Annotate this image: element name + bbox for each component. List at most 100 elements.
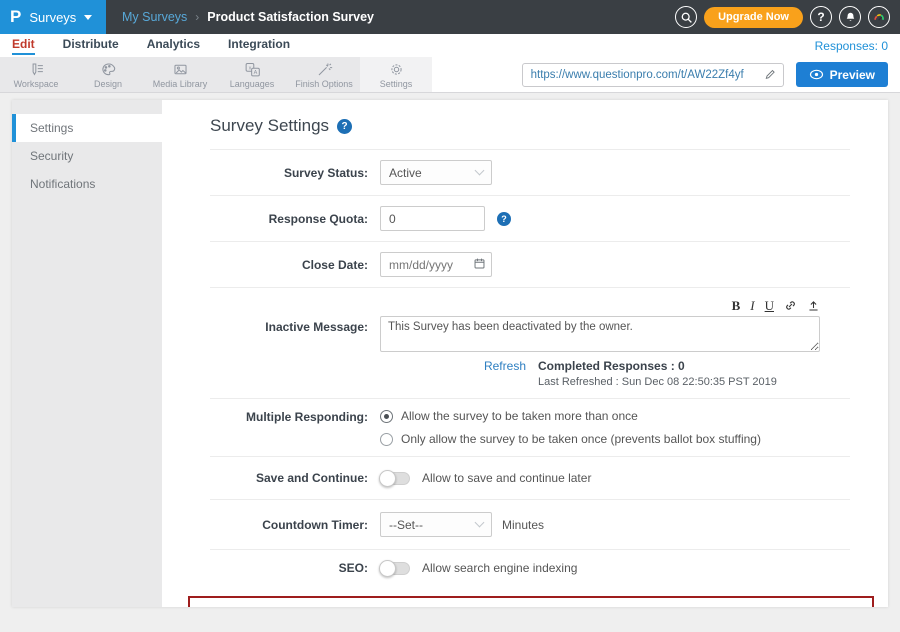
countdown-timer-row: Countdown Timer: --Set-- Minutes	[210, 500, 850, 550]
survey-url-field[interactable]	[522, 63, 784, 87]
chevron-down-icon	[475, 166, 485, 176]
countdown-timer-select[interactable]: --Set--	[380, 512, 492, 537]
radio-selected-icon[interactable]	[380, 410, 393, 423]
toolbar-item-media-library[interactable]: Media Library	[144, 57, 216, 92]
response-quota-input[interactable]	[380, 206, 485, 231]
section-tabbar: Edit Distribute Analytics Integration Re…	[0, 34, 900, 57]
response-quota-help-icon[interactable]: ?	[497, 212, 511, 226]
top-navbar: P Surveys My Surveys › Product Satisfact…	[0, 0, 900, 34]
response-quota-row: Response Quota: ?	[210, 196, 850, 242]
breadcrumb-separator: ›	[195, 10, 199, 24]
preview-label: Preview	[830, 68, 875, 82]
countdown-timer-value: --Set--	[389, 518, 423, 532]
save-continue-text: Allow to save and continue later	[422, 471, 591, 485]
toolbar-item-settings[interactable]: Settings	[360, 57, 432, 92]
tab-analytics[interactable]: Analytics	[147, 37, 200, 55]
anonymity-highlight-box: Respondent Anonymity Assurance: Enable Q…	[188, 596, 874, 607]
save-continue-toggle[interactable]	[380, 472, 410, 485]
response-quota-label: Response Quota:	[210, 212, 380, 226]
toolbar-label: Workspace	[14, 79, 59, 89]
upgrade-now-button[interactable]: Upgrade Now	[704, 7, 803, 28]
countdown-timer-suffix: Minutes	[502, 518, 544, 532]
toolbar-label: Design	[94, 79, 122, 89]
edit-pencil-icon[interactable]	[764, 68, 776, 81]
chevron-down-icon	[84, 15, 92, 20]
radio-label: Allow the survey to be taken more than o…	[401, 409, 638, 423]
survey-url-input[interactable]	[531, 69, 765, 81]
inactive-message-textarea[interactable]: This Survey has been deactivated by the …	[380, 316, 820, 352]
questionpro-logo: P	[10, 7, 21, 27]
link-icon[interactable]	[784, 299, 797, 312]
save-continue-label: Save and Continue:	[210, 471, 380, 485]
settings-sidebar: Settings Security Notifications	[12, 100, 162, 607]
bold-button[interactable]: B	[732, 299, 741, 312]
edit-toolbar: Workspace Design Media Library xA Langua…	[0, 57, 900, 93]
sidebar-item-security[interactable]: Security	[12, 142, 162, 170]
countdown-timer-label: Countdown Timer:	[210, 518, 380, 532]
toolbar-label: Media Library	[153, 79, 208, 89]
sidebar-item-settings[interactable]: Settings	[12, 114, 162, 142]
toolbar-item-design[interactable]: Design	[72, 57, 144, 92]
survey-status-row: Survey Status: Active	[210, 150, 850, 196]
toggle-knob	[379, 470, 396, 487]
workspace-icon	[28, 61, 45, 78]
close-date-label: Close Date:	[210, 258, 380, 272]
save-continue-row: Save and Continue: Allow to save and con…	[210, 457, 850, 500]
completed-responses: Completed Responses : 0	[538, 359, 777, 373]
help-button[interactable]: ?	[810, 6, 832, 28]
page-body: Settings Security Notifications Survey S…	[0, 93, 900, 607]
seo-label: SEO:	[210, 561, 380, 575]
radio-option-once-only[interactable]: Only allow the survey to be taken once (…	[380, 432, 761, 446]
brand-menu[interactable]: P Surveys	[0, 0, 106, 34]
refresh-link[interactable]: Refresh	[380, 359, 538, 388]
tab-distribute[interactable]: Distribute	[63, 37, 119, 55]
toolbar-label: Settings	[380, 79, 413, 89]
image-icon	[172, 61, 189, 78]
toolbar-item-finish-options[interactable]: Finish Options	[288, 57, 360, 92]
palette-icon	[100, 61, 117, 78]
seo-text: Allow search engine indexing	[422, 561, 577, 575]
usage-meter-button[interactable]	[868, 6, 890, 28]
search-icon	[680, 11, 693, 24]
responses-count[interactable]: Responses: 0	[815, 39, 888, 53]
toolbar-label: Languages	[230, 79, 275, 89]
tab-edit[interactable]: Edit	[12, 37, 35, 55]
chevron-down-icon	[475, 518, 485, 528]
close-date-row: Close Date:	[210, 242, 850, 288]
format-toolbar: B I U	[380, 298, 820, 313]
radio-label: Only allow the survey to be taken once (…	[401, 432, 761, 446]
sidebar-item-notifications[interactable]: Notifications	[12, 170, 162, 198]
italic-button[interactable]: I	[750, 299, 754, 312]
translate-icon: xA	[244, 61, 261, 78]
survey-settings-help-icon[interactable]: ?	[337, 119, 352, 134]
upload-icon[interactable]	[807, 299, 820, 312]
search-button[interactable]	[675, 6, 697, 28]
radio-option-multiple-allowed[interactable]: Allow the survey to be taken more than o…	[380, 409, 638, 423]
tab-integration[interactable]: Integration	[228, 37, 290, 55]
settings-main: Survey Settings ? Survey Status: Active …	[162, 100, 888, 607]
preview-button[interactable]: Preview	[796, 62, 888, 87]
toggle-knob	[379, 560, 396, 577]
survey-title: Product Satisfaction Survey	[207, 10, 374, 24]
inactive-message-row: Inactive Message: B I U This Survey has …	[210, 288, 850, 399]
toolbar-item-languages[interactable]: xA Languages	[216, 57, 288, 92]
page-title: Survey Settings	[210, 116, 329, 136]
seo-toggle[interactable]	[380, 562, 410, 575]
last-refreshed: Last Refreshed : Sun Dec 08 22:50:35 PST…	[538, 376, 777, 388]
gear-icon	[388, 61, 405, 78]
notifications-button[interactable]	[839, 6, 861, 28]
calendar-icon[interactable]	[473, 257, 486, 270]
survey-status-select[interactable]: Active	[380, 160, 492, 185]
seo-row: SEO: Allow search engine indexing	[210, 550, 850, 586]
underline-button[interactable]: U	[765, 299, 774, 312]
toolbar-label: Finish Options	[295, 79, 353, 89]
survey-status-label: Survey Status:	[210, 166, 380, 180]
toolbar-item-workspace[interactable]: Workspace	[0, 57, 72, 92]
radio-unselected-icon[interactable]	[380, 433, 393, 446]
question-mark-icon: ?	[817, 10, 824, 24]
settings-card: Settings Security Notifications Survey S…	[12, 100, 888, 607]
breadcrumb-my-surveys[interactable]: My Surveys	[122, 10, 187, 24]
breadcrumb: My Surveys › Product Satisfaction Survey	[122, 10, 374, 24]
product-name: Surveys	[29, 10, 76, 25]
svg-text:x: x	[248, 65, 251, 71]
